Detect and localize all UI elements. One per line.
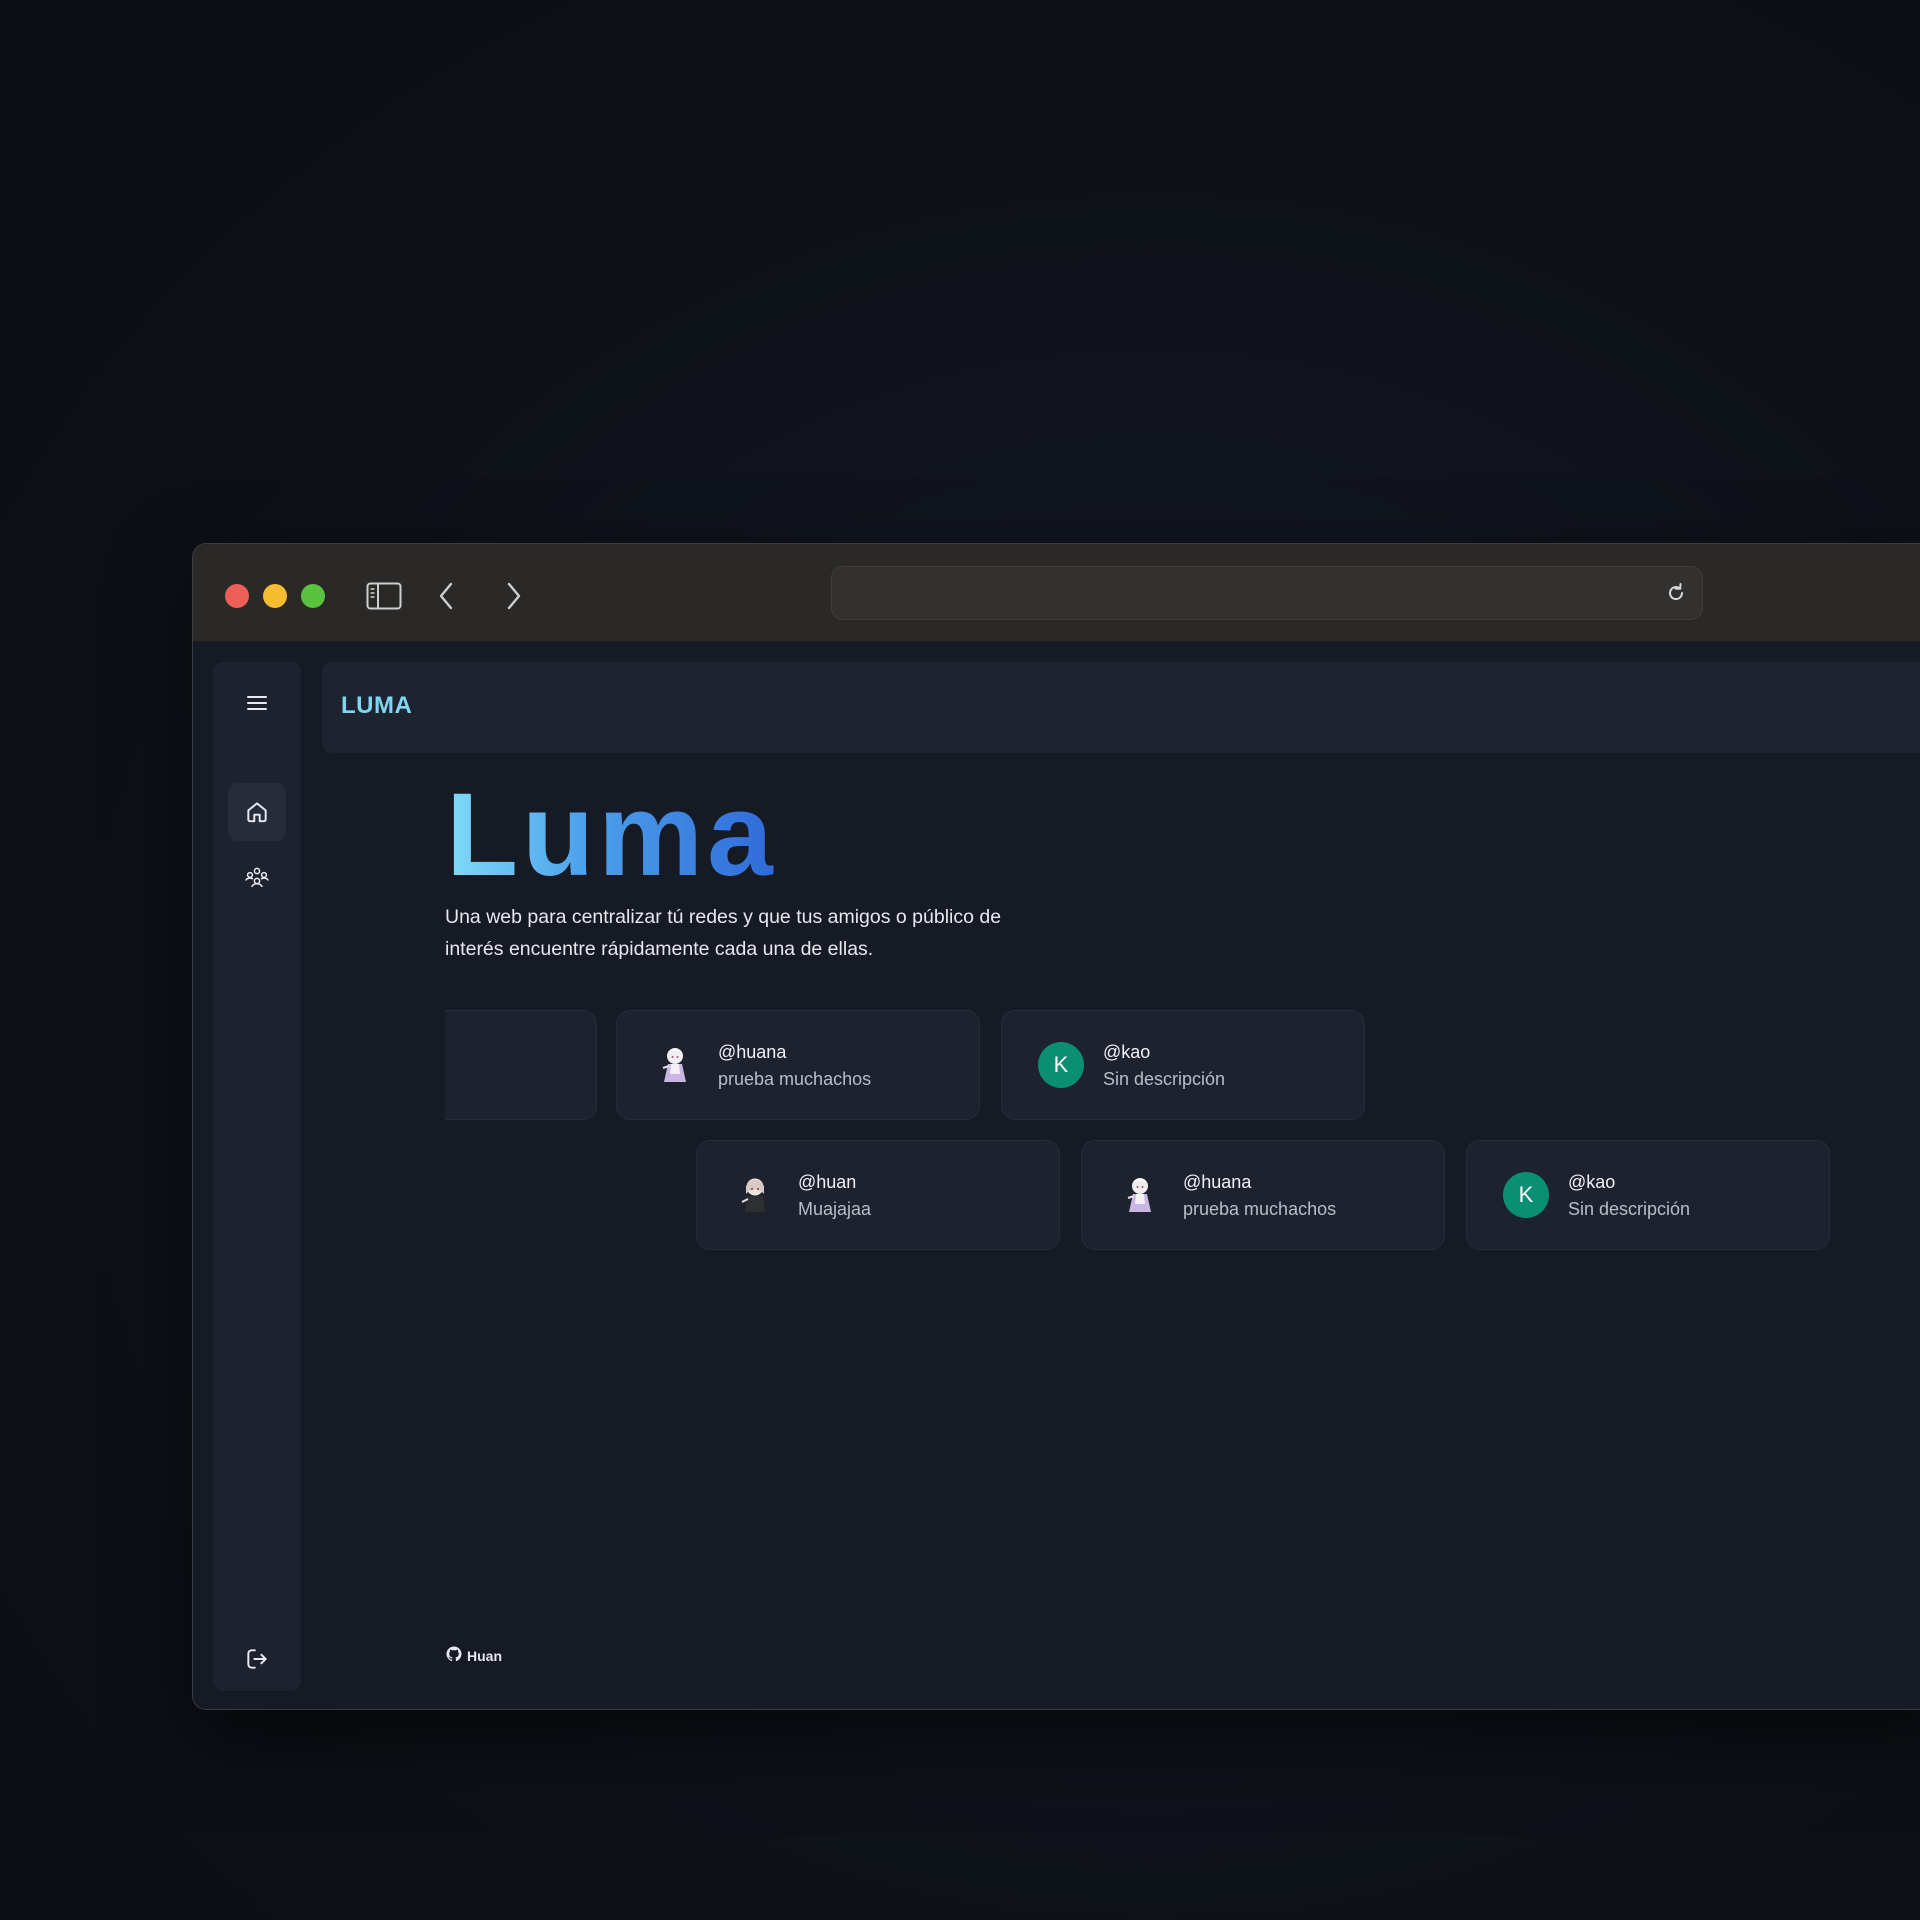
profile-description: prueba muchachos	[1183, 1199, 1337, 1219]
browser-window: LUMA Luma Una web para centralizar tú re…	[192, 543, 1920, 1710]
maximize-window-button[interactable]	[301, 584, 325, 608]
sidebar-toggle-icon[interactable]	[365, 578, 403, 614]
avatar: K	[1038, 1042, 1084, 1088]
profile-handle: @huana	[1183, 1172, 1252, 1192]
profile-card[interactable]: @huana prueba muchachos	[616, 1010, 980, 1120]
brand-logo-text[interactable]: LUMA	[341, 692, 412, 720]
profile-card[interactable]: @huana prueba muchachos	[1081, 1140, 1445, 1250]
forward-arrow-icon[interactable]	[499, 578, 529, 614]
logout-icon[interactable]	[228, 1630, 286, 1688]
profile-handle: @huan	[798, 1172, 857, 1192]
close-window-button[interactable]	[225, 584, 249, 608]
app-sidebar	[213, 662, 301, 1691]
github-link[interactable]: Huan	[446, 1646, 502, 1665]
back-arrow-icon[interactable]	[431, 578, 461, 614]
profile-card[interactable]	[445, 1010, 597, 1120]
hero-description: Una web para centralizar tú redes y que …	[445, 906, 1002, 960]
address-bar[interactable]	[831, 566, 1703, 620]
profile-card[interactable]: @huan Muajajaa	[696, 1140, 1060, 1250]
profile-card[interactable]: K @kao Sin descripción	[1001, 1010, 1365, 1120]
profile-description: Sin descripción	[1103, 1069, 1226, 1089]
home-icon[interactable]	[228, 783, 286, 841]
hero-title: Luma	[446, 769, 777, 901]
app-topbar: LUMA	[322, 662, 1920, 753]
reload-icon[interactable]	[1664, 581, 1688, 605]
friends-icon[interactable]	[228, 849, 286, 907]
profile-handle: @kao	[1568, 1172, 1616, 1192]
profile-card[interactable]: K @kao Sin descripción	[1466, 1140, 1830, 1250]
github-label: Huan	[467, 1647, 502, 1664]
profile-description: prueba muchachos	[718, 1069, 872, 1089]
profile-handle: @huana	[718, 1042, 787, 1062]
profile-description: Sin descripción	[1568, 1199, 1691, 1219]
github-icon	[446, 1646, 462, 1665]
menu-icon[interactable]	[228, 674, 286, 732]
minimize-window-button[interactable]	[263, 584, 287, 608]
avatar: K	[1503, 1172, 1549, 1218]
browser-titlebar	[193, 544, 1920, 642]
profile-handle: @kao	[1103, 1042, 1151, 1062]
avatar	[653, 1042, 699, 1088]
profile-description: Muajajaa	[798, 1199, 872, 1219]
avatar	[1118, 1172, 1164, 1218]
avatar	[733, 1172, 779, 1218]
